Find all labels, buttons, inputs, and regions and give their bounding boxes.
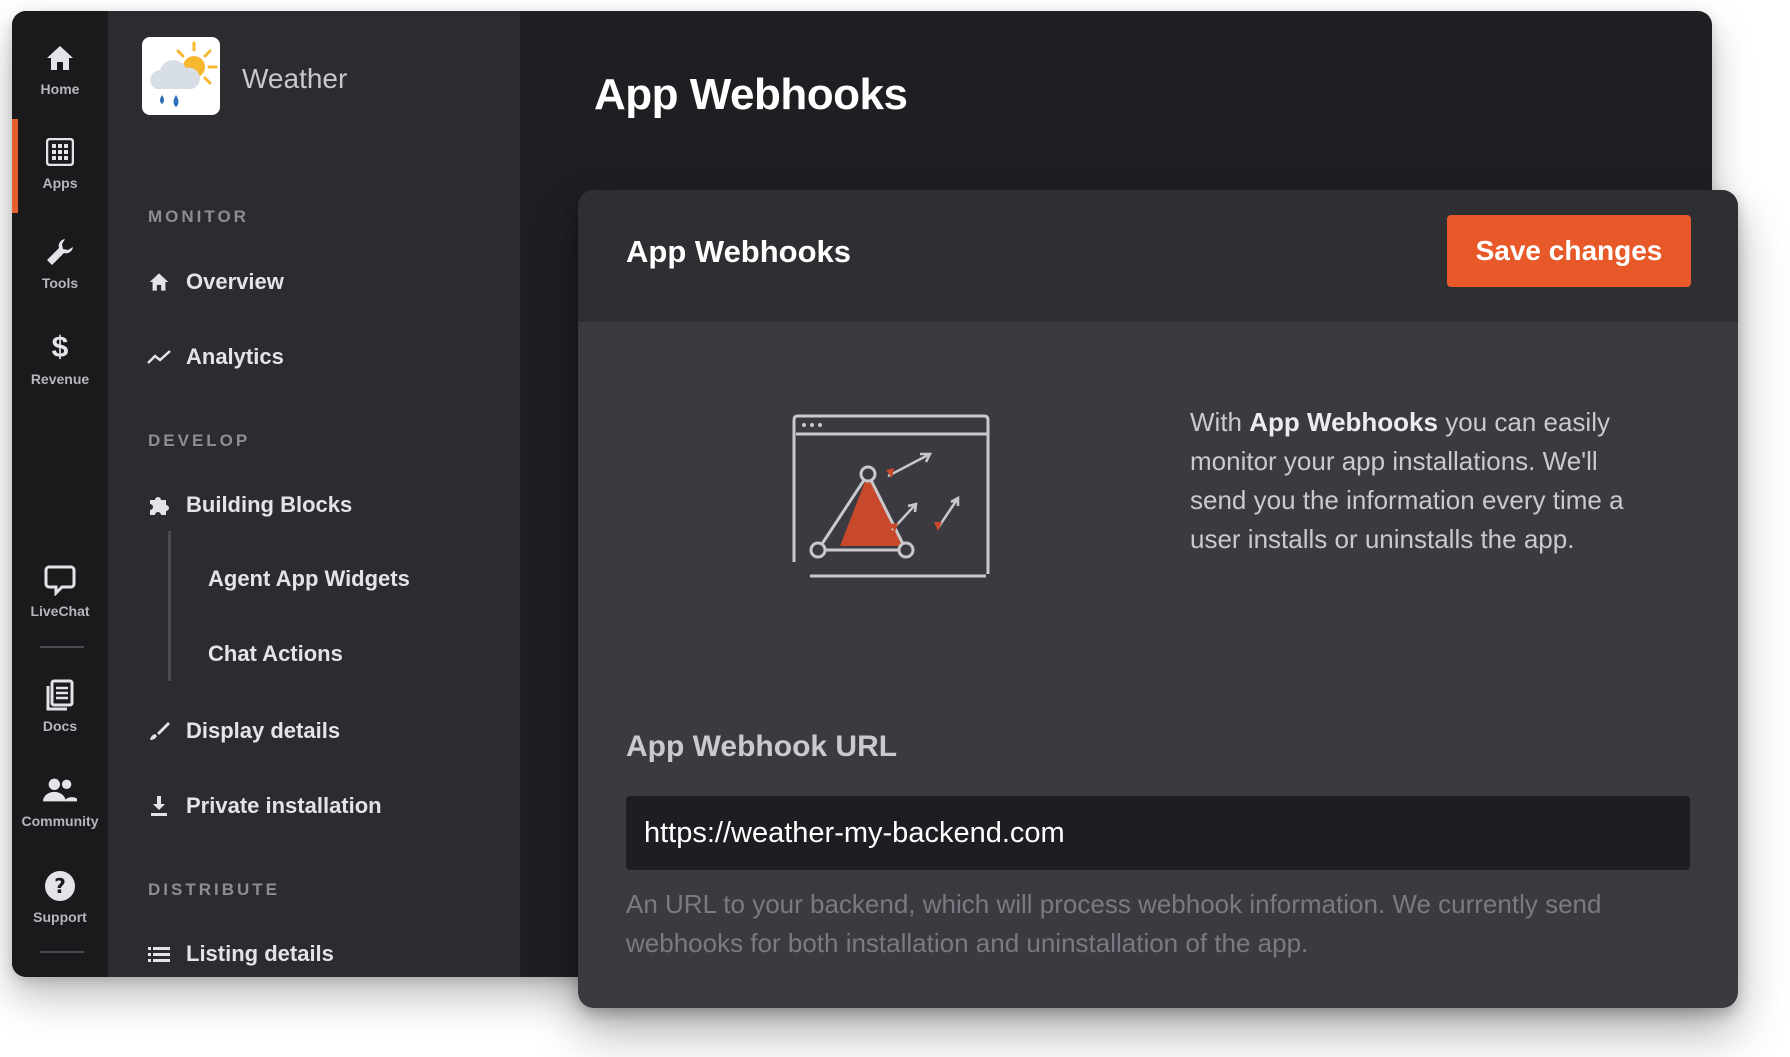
home-icon [146,269,172,295]
rail-item-docs[interactable]: Docs [12,666,108,746]
download-icon [146,793,172,819]
rail-label: LiveChat [30,603,90,619]
nav-subitem-agent-app-widgets[interactable]: Agent App Widgets [208,566,410,592]
rail-label: Apps [42,175,78,191]
weather-app-logo [142,37,220,115]
rail-item-revenue[interactable]: $ Revenue [12,319,108,399]
svg-text:?: ? [54,874,66,898]
rail-item-tools[interactable]: Tools [12,223,108,303]
rail-item-apps[interactable]: Apps [12,123,108,203]
list-icon [146,941,172,967]
rail-divider [40,951,84,953]
intro-prefix: With [1190,407,1250,437]
card-header: App Webhooks Save changes [578,190,1738,322]
icon-rail: Home Apps Tools $ Revenue LiveChat Docs … [12,11,108,977]
nav-item-analytics[interactable]: Analytics [146,344,284,370]
card-title: App Webhooks [626,234,852,269]
rail-item-support[interactable]: ? Support [12,857,108,937]
puzzle-icon [146,492,172,518]
webhook-url-label: App Webhook URL [626,730,898,763]
docs-icon [43,678,77,712]
section-label-develop: DEVELOP [148,431,251,450]
nav-item-display-details[interactable]: Display details [146,718,340,744]
home-icon [43,41,77,75]
submenu-line [168,531,171,681]
section-label-monitor: MONITOR [148,207,249,226]
app-name: Weather [242,63,348,94]
help-icon: ? [43,869,77,903]
nav-item-private-installation[interactable]: Private installation [146,793,382,819]
rail-item-community[interactable]: Community [12,761,108,841]
page-title: App Webhooks [594,70,908,119]
brush-icon [146,718,172,744]
rail-label: Home [40,81,80,97]
nav-item-label: Private installation [186,793,382,818]
rail-item-livechat[interactable]: LiveChat [12,551,108,631]
rail-divider [40,646,84,648]
apps-grid-icon [43,135,77,169]
rail-label: Support [33,909,87,925]
webhook-url-input[interactable] [626,796,1690,870]
rail-item-home[interactable]: Home [12,29,108,109]
webhook-illustration [788,410,998,585]
rail-label: Tools [41,275,79,291]
dollar-icon: $ [51,331,69,364]
nav-item-label: Overview [186,269,284,294]
nav-item-label: Display details [186,718,341,743]
section-label-distribute: DISTRIBUTE [148,880,280,899]
rail-label: Docs [42,718,78,734]
nav-item-listing-details[interactable]: Listing details [146,941,334,967]
sidebar: Weather MONITOR Overview Analytics DEVEL… [108,11,520,977]
chat-bubble-icon [43,563,77,597]
webhooks-card: App Webhooks Save changes With App Webho… [578,190,1738,1008]
webhook-url-help: An URL to your backend, which will proce… [626,889,1602,958]
rail-label: Revenue [30,371,90,387]
nav-item-label: Analytics [186,344,284,369]
save-changes-button[interactable]: Save changes [1447,215,1691,287]
intro-description: With App Webhooks you can easily monitor… [1190,403,1660,559]
nav-item-label: Building Blocks [186,492,353,517]
rail-label: Community [21,813,99,829]
nav-item-building-blocks[interactable]: Building Blocks [146,492,352,518]
community-icon [43,773,77,807]
intro-bold-term: App Webhooks [1249,407,1438,437]
nav-item-label: Listing details [186,941,334,966]
nav-item-overview[interactable]: Overview [146,269,284,295]
nav-subitem-chat-actions[interactable]: Chat Actions [208,641,343,667]
trend-line-icon [146,344,172,370]
wrench-icon [43,235,77,269]
